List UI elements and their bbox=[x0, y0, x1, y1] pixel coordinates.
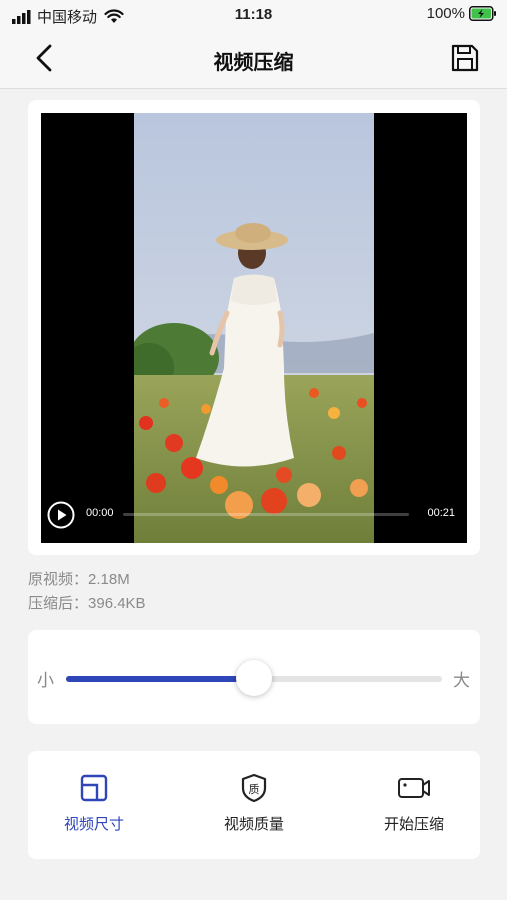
original-size-label: 原视频： bbox=[28, 571, 89, 588]
video-progress-bar[interactable] bbox=[123, 513, 409, 516]
compressed-size-label: 压缩后： bbox=[28, 595, 89, 612]
compression-slider[interactable] bbox=[66, 660, 442, 696]
compression-slider-card: 小 大 bbox=[28, 630, 480, 724]
slider-min-label: 小 bbox=[37, 671, 54, 690]
slider-max-label: 大 bbox=[453, 671, 470, 690]
nav-bar: 视频压缩 bbox=[0, 30, 507, 89]
video-frame-image bbox=[134, 113, 374, 543]
tool-video-quality[interactable]: 质 视频质量 bbox=[194, 773, 314, 834]
compressed-size-row: 压缩后：396.4KB bbox=[28, 592, 146, 613]
tool-start-compress[interactable]: 开始压缩 bbox=[354, 773, 474, 834]
tools-card: 视频尺寸 质 视频质量 开始压缩 bbox=[28, 751, 480, 859]
status-bar: 中国移动 11:18 100% bbox=[0, 0, 507, 30]
quality-icon-text: 质 bbox=[249, 783, 260, 796]
original-size-row: 原视频：2.18M bbox=[28, 568, 130, 589]
original-size-value: 2.18M bbox=[88, 571, 130, 588]
tool-label: 开始压缩 bbox=[383, 816, 444, 833]
play-icon[interactable] bbox=[47, 501, 75, 529]
compressed-size-value: 396.4KB bbox=[88, 595, 146, 612]
tool-video-size[interactable]: 视频尺寸 bbox=[34, 773, 154, 834]
status-right: 100% bbox=[427, 5, 497, 22]
battery-charging-icon bbox=[469, 6, 496, 21]
battery-percent: 100% bbox=[426, 5, 465, 22]
current-time: 00:00 bbox=[86, 507, 114, 519]
quality-shield-icon: 质 bbox=[241, 773, 267, 803]
tool-label: 视频尺寸 bbox=[63, 816, 124, 833]
page-title: 视频压缩 bbox=[213, 52, 294, 74]
slider-fill bbox=[66, 676, 254, 682]
slider-thumb[interactable] bbox=[236, 660, 272, 696]
video-duration: 00:21 bbox=[427, 507, 455, 519]
player-controls: 00:00 00:21 bbox=[41, 491, 467, 543]
video-player[interactable]: 00:00 00:21 bbox=[41, 113, 467, 543]
video-camera-icon bbox=[398, 778, 430, 798]
floppy-save-icon[interactable] bbox=[449, 42, 481, 74]
video-card: 00:00 00:21 bbox=[28, 100, 480, 555]
video-size-icon bbox=[80, 774, 108, 802]
tool-label: 视频质量 bbox=[223, 816, 284, 833]
